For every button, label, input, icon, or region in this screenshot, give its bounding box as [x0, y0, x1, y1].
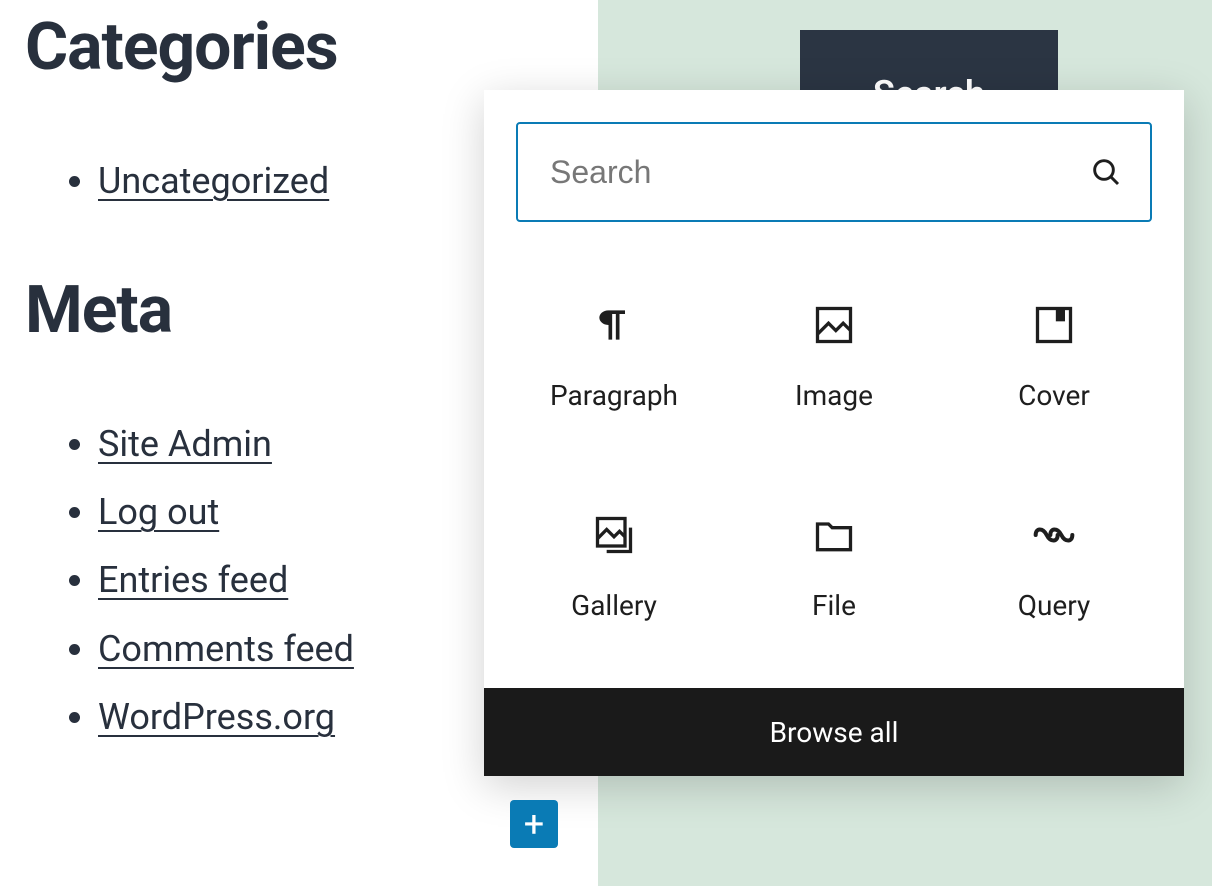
cover-icon: [1032, 303, 1076, 347]
image-icon: [812, 303, 856, 347]
block-label: Query: [1018, 589, 1091, 622]
search-input[interactable]: [550, 154, 1090, 191]
block-label: Paragraph: [550, 379, 678, 412]
block-item-query[interactable]: Query: [944, 463, 1164, 674]
meta-link-comments-feed[interactable]: Comments feed: [98, 628, 354, 670]
inserter-search-field[interactable]: [516, 122, 1152, 222]
block-grid: Paragraph Image Cover: [484, 222, 1184, 688]
file-icon: [812, 513, 856, 557]
gallery-icon: [592, 513, 636, 557]
paragraph-icon: [592, 303, 636, 347]
browse-all-button[interactable]: Browse all: [484, 688, 1184, 776]
plus-icon: +: [524, 806, 544, 842]
meta-link-entries-feed[interactable]: Entries feed: [98, 559, 288, 601]
categories-heading: Categories: [25, 12, 598, 85]
inserter-search-wrap: [484, 90, 1184, 222]
block-inserter-panel: Paragraph Image Cover: [484, 90, 1184, 776]
block-item-paragraph[interactable]: Paragraph: [504, 252, 724, 463]
browse-all-label: Browse all: [770, 716, 899, 749]
block-item-cover[interactable]: Cover: [944, 252, 1164, 463]
query-icon: [1032, 513, 1076, 557]
category-link-uncategorized[interactable]: Uncategorized: [98, 160, 329, 202]
block-label: Gallery: [571, 589, 657, 622]
meta-link-wordpress-org[interactable]: WordPress.org: [98, 696, 335, 738]
block-item-image[interactable]: Image: [724, 252, 944, 463]
meta-link-log-out[interactable]: Log out: [98, 491, 219, 533]
meta-link-site-admin[interactable]: Site Admin: [98, 423, 272, 465]
block-item-file[interactable]: File: [724, 463, 944, 674]
block-label: File: [812, 589, 856, 622]
block-label: Image: [795, 379, 873, 412]
block-label: Cover: [1018, 379, 1090, 412]
add-block-button[interactable]: +: [510, 800, 558, 848]
block-item-gallery[interactable]: Gallery: [504, 463, 724, 674]
search-icon: [1090, 156, 1122, 188]
